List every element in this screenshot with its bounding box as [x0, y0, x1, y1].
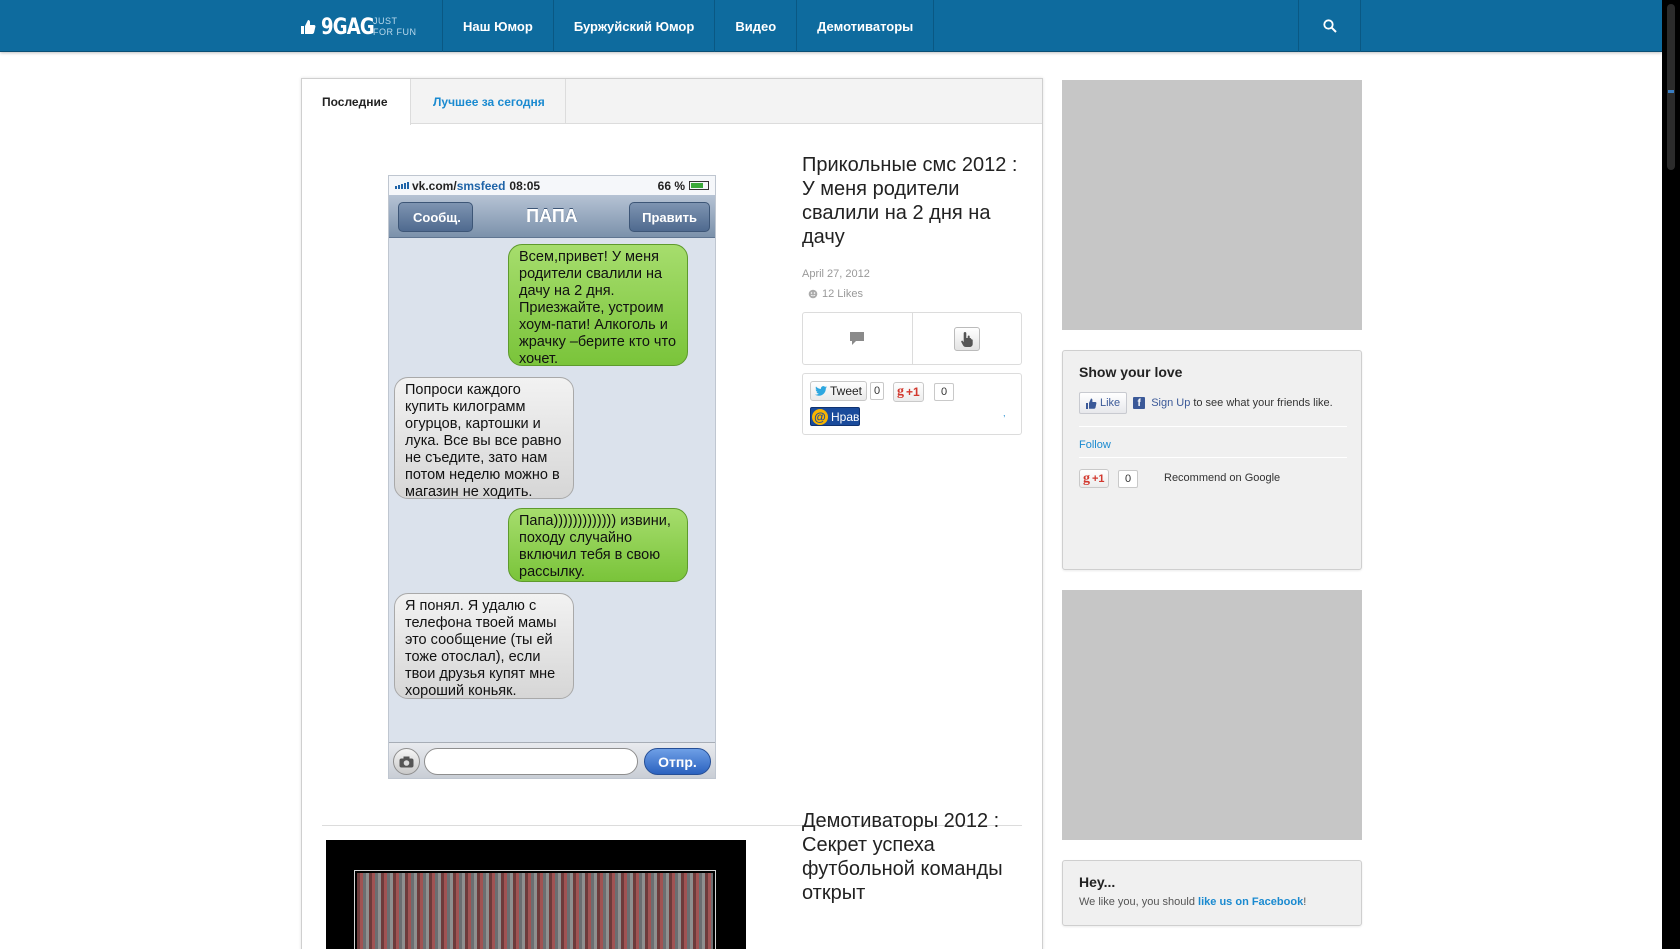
camera-icon [393, 748, 420, 775]
hand-pointer-icon [960, 331, 973, 347]
nav-item-foreign-humor[interactable]: Буржуйский Юмор [554, 0, 716, 52]
gplus-count: 0 [1118, 470, 1138, 488]
hey-text-suffix: ! [1303, 896, 1307, 908]
facebook-icon: f [1133, 397, 1146, 409]
sidebar-ad-top[interactable] [1062, 80, 1362, 330]
tweet-label: Tweet [830, 384, 863, 398]
status-time: 08:05 [509, 178, 541, 193]
tab-best-today[interactable]: Лучшее за сегодня [411, 79, 566, 124]
like-button-cell[interactable] [911, 313, 1022, 364]
google-plus-icon: g [1083, 470, 1090, 486]
status-battery: 66 % [658, 179, 709, 193]
hey-widget: Hey... We like you, you should like us o… [1062, 860, 1362, 926]
tagline-line-2: FOR FUN [373, 27, 417, 37]
facebook-signup-link[interactable]: Sign Up [1151, 397, 1190, 409]
widget-title: Hey... [1079, 874, 1116, 890]
gplus-label: +1 [906, 385, 920, 399]
post-title[interactable]: Демотиваторы 2012 : Секрет успеха футбол… [802, 809, 1032, 905]
hey-message: We like you, you should like us on Faceb… [1079, 896, 1306, 908]
recommend-on-google: Recommend on Google [1164, 472, 1281, 484]
tweet-button[interactable]: Tweet [810, 381, 868, 401]
thumbs-up-icon [1086, 398, 1097, 409]
message-bubble-in: Я понял. Я удалю с телефона твоей мамы э… [394, 593, 574, 699]
site-logo[interactable]: 9GAG JUST FOR FUN [300, 14, 417, 40]
sidebar-ad-middle[interactable] [1062, 590, 1362, 840]
gplus-button[interactable]: g +1 [893, 382, 924, 402]
battery-icon [689, 181, 709, 190]
demotivator-frame [354, 870, 716, 949]
message-bubble-out: Папа))))))))))))) извини, походу случайн… [508, 508, 688, 582]
widget-title: Show your love [1079, 364, 1183, 380]
gplus-label: +1 [1092, 472, 1105, 485]
posts-panel: Последние Лучшее за сегодня vk.com/smsfe… [301, 78, 1043, 949]
post-image-demotivator[interactable] [326, 840, 746, 949]
twitter-bird-icon [815, 386, 827, 396]
share-buttons: Tweet 0 g +1 0 @ Нрав , [802, 373, 1022, 435]
phone-status-bar: vk.com/smsfeed 08:05 66 % [389, 176, 715, 195]
facebook-like-row: Like f Sign Up to see what your friends … [1079, 392, 1333, 414]
scrollbar-marker [1668, 90, 1674, 93]
phone-chat-header: Сообщ. ПАПА Править [389, 195, 715, 238]
mailru-at-icon: @ [812, 408, 828, 425]
like-us-facebook-link[interactable]: like us on Facebook [1198, 896, 1303, 908]
page-scrollbar[interactable] [1662, 0, 1680, 949]
top-bar: 9GAG JUST FOR FUN Наш Юмор Буржуйский Юм… [0, 0, 1662, 52]
main-nav: Наш Юмор Буржуйский Юмор Видео Демотиват… [442, 0, 935, 52]
facebook-signup-text: to see what your friends like. [1193, 397, 1333, 409]
google-plus-icon: g [897, 384, 904, 399]
stadium-photo [357, 873, 713, 949]
message-bubble-out: Всем,привет! У меня родители свалили на … [508, 244, 688, 367]
comment-button[interactable] [803, 313, 912, 364]
post-title[interactable]: Прикольные смс 2012 : У меня родители св… [802, 153, 1032, 249]
tweet-count: 0 [870, 382, 885, 400]
mailru-like-button[interactable]: @ Нрав [810, 407, 860, 426]
nav-item-demotivators[interactable]: Демотиваторы [797, 0, 935, 52]
post-likes: 12 Likes [808, 288, 863, 300]
mailru-label: Нрав [831, 409, 860, 424]
scrollbar-thumb[interactable] [1667, 4, 1675, 170]
post-date: April 27, 2012 [802, 268, 870, 280]
feed-tabs: Последние Лучшее за сегодня [302, 79, 1042, 125]
facebook-like-label: Like [1100, 397, 1121, 409]
gplus-count: 0 [934, 383, 954, 401]
smiley-icon [808, 289, 818, 299]
phone-edit-button: Править [629, 202, 710, 232]
tab-latest[interactable]: Последние [302, 79, 411, 125]
follow-link[interactable]: Follow [1079, 439, 1111, 451]
share-widget-mark: , [1003, 408, 1006, 418]
widget-separator [1079, 457, 1347, 458]
hey-text-prefix: We like you, you should [1079, 896, 1195, 908]
signal-icon [395, 182, 409, 189]
logo-tagline: JUST FOR FUN [373, 16, 417, 38]
nav-item-our-humor[interactable]: Наш Юмор [443, 0, 554, 52]
tagline-line-1: JUST [373, 16, 398, 26]
phone-send-button: Отпр. [644, 748, 711, 775]
post-actions [802, 312, 1022, 365]
post-image-sms[interactable]: vk.com/smsfeed 08:05 66 % Сообщ. ПАПА Пр… [388, 175, 716, 779]
comment-icon [850, 332, 865, 345]
widget-separator [1079, 426, 1347, 427]
gplus-button[interactable]: g +1 [1079, 469, 1109, 488]
thumbs-up-icon [301, 20, 316, 34]
phone-message-field [424, 748, 638, 775]
phone-compose-bar: Отпр. [389, 742, 715, 778]
post-likes-count: 12 Likes [822, 288, 863, 300]
phone-back-button: Сообщ. [398, 202, 473, 232]
search-button[interactable] [1298, 0, 1361, 52]
show-your-love-widget: Show your love Like f Sign Up to see wha… [1062, 350, 1362, 570]
nav-item-video[interactable]: Видео [715, 0, 798, 52]
logo-text: 9GAG [321, 14, 375, 40]
facebook-like-button[interactable]: Like [1079, 392, 1128, 414]
message-bubble-in: Попроси каждого купить килограмм огурцов… [394, 377, 574, 500]
search-icon [1322, 19, 1337, 33]
like-button[interactable] [953, 326, 980, 351]
status-site: vk.com/smsfeed [412, 178, 506, 193]
